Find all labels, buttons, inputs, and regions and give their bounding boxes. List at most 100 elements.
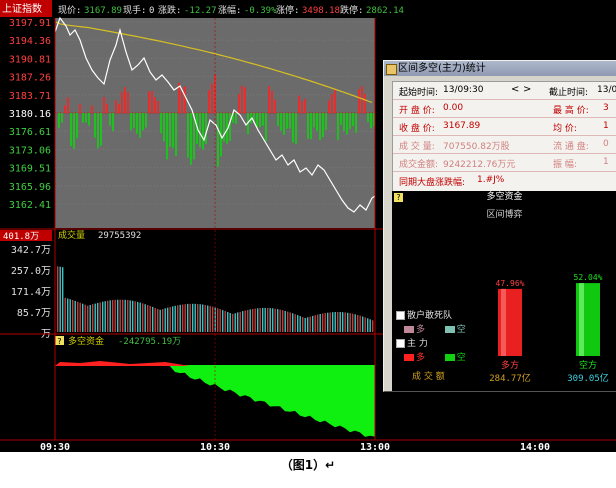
bear-bar <box>229 113 231 142</box>
volume-bar <box>234 313 236 332</box>
bull-bar <box>64 105 66 113</box>
bull-bar <box>124 87 126 113</box>
bear-bar <box>58 113 60 128</box>
volume-bar <box>357 315 359 332</box>
dialog-title-bar[interactable]: 区间多空(主力)统计 <box>384 61 616 76</box>
price-axis: 3197.91 3194.36 3190.81 3187.26 3183.71 3180.… <box>9 18 51 211</box>
bear-bar <box>283 113 285 135</box>
volume-bar <box>152 306 154 332</box>
bear-bar <box>160 113 162 134</box>
volume-bar <box>247 309 249 332</box>
volume-bar <box>192 303 194 332</box>
volume-bar <box>129 300 131 332</box>
prev-button[interactable]: < <box>511 84 519 95</box>
volume-bar <box>189 303 191 332</box>
bear-bar <box>136 113 138 134</box>
bear-bar <box>70 113 72 147</box>
volume-bar <box>162 309 164 332</box>
volume-label: 成交量 <box>58 229 85 241</box>
price-tick: 3190.81 <box>9 54 51 65</box>
volume-bar <box>57 266 59 332</box>
volume-bar <box>299 316 301 332</box>
volume-bar <box>224 311 226 332</box>
volume-bar <box>144 304 146 332</box>
chg-value: -12.27 <box>184 6 217 16</box>
bear-bar <box>367 113 369 123</box>
bear-bar <box>97 113 99 149</box>
bear-bar <box>142 113 144 131</box>
bear-bar <box>280 113 282 131</box>
volume-bar <box>219 309 221 332</box>
amount-label: 成交金额: <box>399 160 439 170</box>
bull-pct: 47.96% <box>496 279 525 288</box>
volume-bar <box>222 310 224 332</box>
volume-bar <box>239 311 241 332</box>
volume-value: 707550.82万股 <box>443 142 510 152</box>
volume-bar <box>267 307 269 332</box>
bear-bar <box>352 113 354 127</box>
pct-value: -0.39% <box>244 6 277 16</box>
volume-bar <box>339 312 341 332</box>
bear-bar <box>223 113 225 142</box>
volume-bar <box>172 306 174 332</box>
volume-current-value: 401.8万 <box>3 232 39 242</box>
volume-bar <box>134 301 136 332</box>
bear-bar <box>292 113 294 143</box>
volume-bar <box>104 301 106 332</box>
volume-bar <box>117 299 119 332</box>
price-tick: 3162.41 <box>9 200 51 211</box>
volume-bar <box>274 308 276 332</box>
volume-bar <box>262 307 264 332</box>
bull-bar <box>241 85 243 113</box>
volume-bar <box>227 312 229 332</box>
volume-bar <box>309 316 311 332</box>
bear-amount: 309.05亿 <box>567 372 609 384</box>
volume-bar <box>367 318 369 332</box>
volume-bar <box>102 301 104 332</box>
fund-label: 多空资金 <box>68 335 104 347</box>
volume-bar <box>94 303 96 332</box>
volume-bar <box>119 299 121 332</box>
price-tick: 3180.16 <box>9 109 51 120</box>
volume-bar <box>199 304 201 332</box>
pct-label: 涨幅: <box>218 4 241 16</box>
bull-bar <box>157 100 159 113</box>
down-limit-value: 2862.14 <box>366 6 404 16</box>
volume-bar <box>167 307 169 332</box>
bear-bar <box>109 113 111 126</box>
index-title: 上证指数 <box>2 2 42 15</box>
bear-bar <box>169 113 171 147</box>
figure-caption: （图1）↵ <box>280 458 336 472</box>
bear-bar <box>88 113 90 126</box>
volume-bar <box>69 299 71 332</box>
time-tick: 09:30 <box>40 442 70 452</box>
volume-bar <box>149 305 151 332</box>
range-info-panel: 起始时间: 13/09:30 < > 截止时间: 13/0 开 盘 价: 0.0… <box>392 81 616 209</box>
now-value: 3167.89 <box>84 6 122 16</box>
bear-bar <box>262 113 264 126</box>
next-button[interactable]: > <box>523 84 531 95</box>
volume-bar <box>97 302 99 332</box>
volume-bar <box>292 313 294 332</box>
volume-bar <box>364 317 366 332</box>
bear-bar <box>187 113 189 158</box>
amplitude-label: 振 幅: <box>553 160 577 170</box>
bear-bar <box>286 113 288 129</box>
volume-bar <box>92 304 94 332</box>
bear-bar <box>322 113 324 138</box>
stock-chart-window: 上证指数 现价: 3167.89 现手: 0 涨跌: -12.27 涨幅: -0… <box>0 0 616 452</box>
volume-bar <box>84 304 86 332</box>
price-tick: 3173.06 <box>9 145 51 156</box>
volume-bar <box>122 299 124 332</box>
bull-bar <box>328 100 330 113</box>
volume-bar <box>187 303 189 332</box>
bear-bar <box>355 113 357 133</box>
open-label: 开 盘 价: <box>399 106 435 116</box>
bear-bar <box>175 113 177 156</box>
volume-bar <box>197 304 199 332</box>
bear-bar <box>307 113 309 139</box>
range-stats-dialog[interactable]: 区间多空(主力)统计 起始时间: 13/09:30 < > 截止时间: 13/0… <box>383 60 616 392</box>
bull-bar <box>67 97 69 113</box>
volume-bar <box>337 312 339 332</box>
hand-label: 现手: <box>123 4 146 16</box>
